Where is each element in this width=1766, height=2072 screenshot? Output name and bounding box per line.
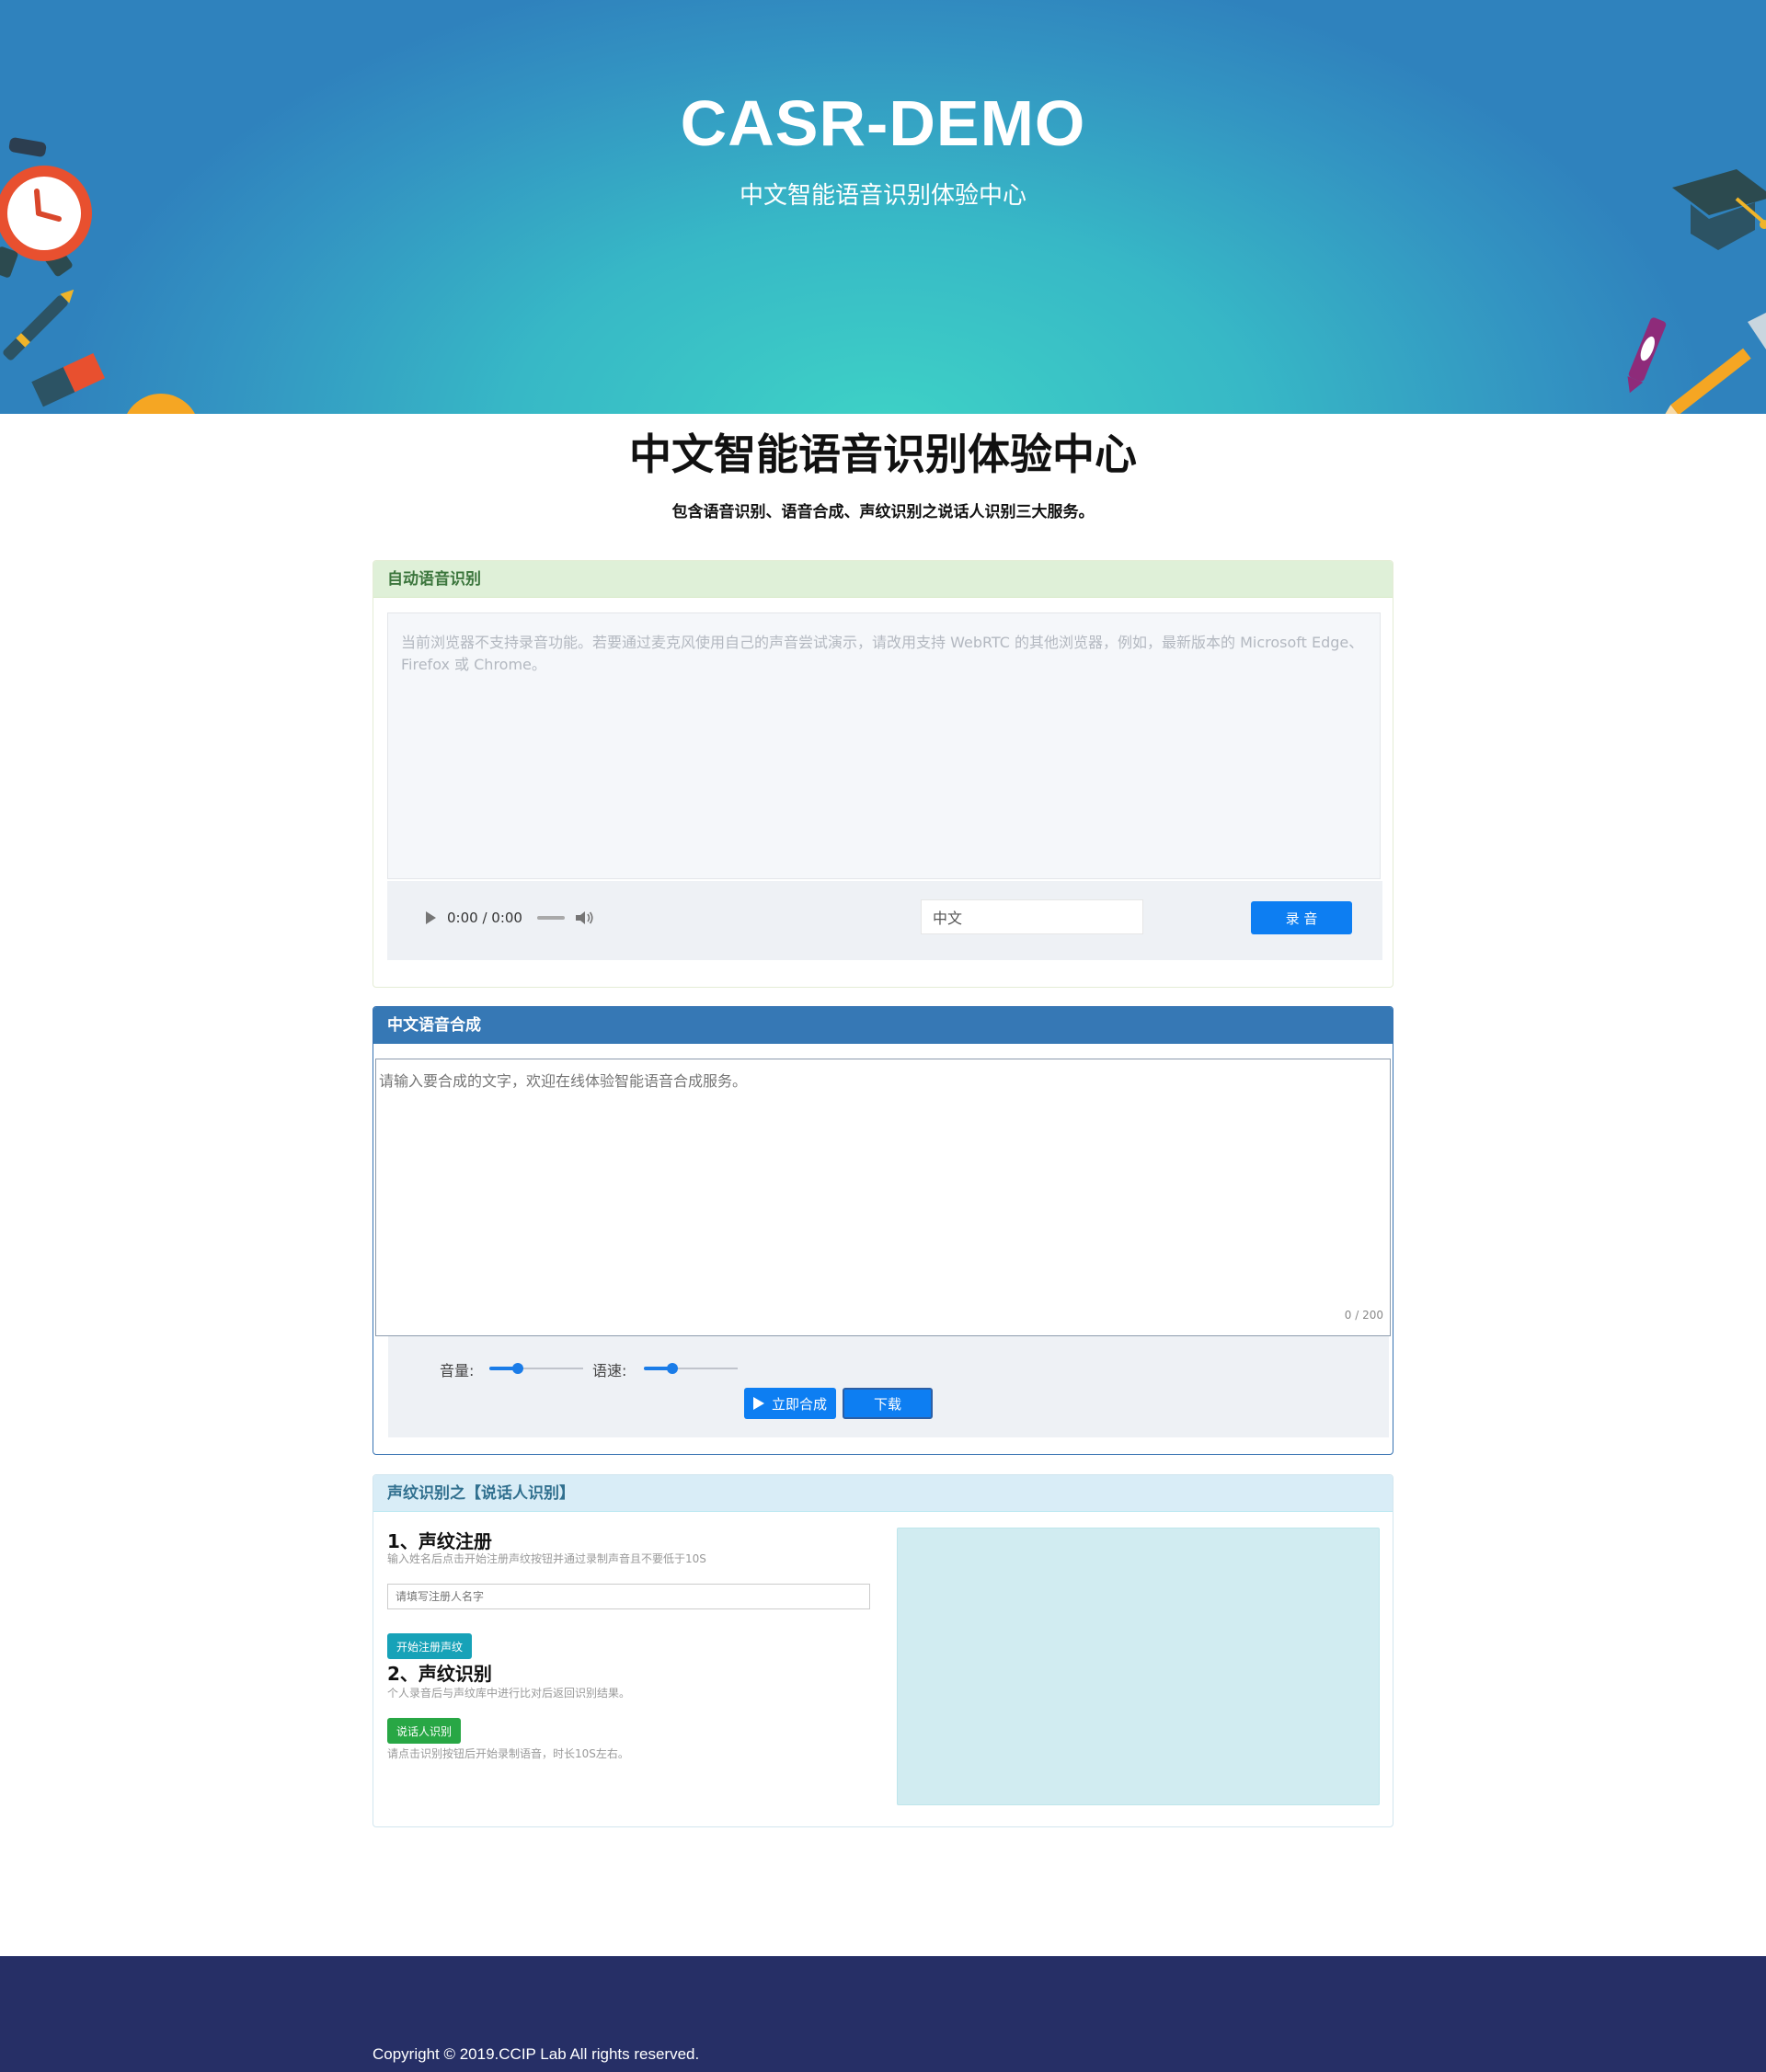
page-title: 中文智能语音识别体验中心 <box>629 429 1137 479</box>
asr-result-area[interactable]: 当前浏览器不支持录音功能。若要通过麦克风使用自己的声音尝试演示，请改用支持 We… <box>387 612 1381 879</box>
site-title: CASR-DEMO <box>680 87 1086 159</box>
volume-slider[interactable] <box>489 1363 583 1374</box>
speed-slider-knob[interactable] <box>667 1363 678 1374</box>
identify-hint: 请点击识别按钮后开始录制语音，时长10S左右。 <box>387 1747 629 1760</box>
tts-text-input[interactable] <box>375 1059 1391 1336</box>
registrant-name-input[interactable] <box>387 1584 870 1609</box>
volume-label: 音量: <box>440 1362 475 1379</box>
start-register-button[interactable]: 开始注册声纹 <box>387 1633 472 1659</box>
synthesize-button[interactable]: 立即合成 <box>744 1388 836 1419</box>
tts-controls: 音量: 语速: 立即合成 下载 <box>388 1336 1389 1437</box>
volume-slider-knob[interactable] <box>512 1363 523 1374</box>
copyright-text: Copyright © 2019.CCIP Lab All rights res… <box>373 2045 700 2063</box>
play-icon <box>752 1397 764 1410</box>
asr-panel-heading: 自动语音识别 <box>373 561 1393 598</box>
page-description: 包含语音识别、语音合成、声纹识别之说话人识别三大服务。 <box>671 503 1095 521</box>
volume-icon[interactable] <box>575 910 594 925</box>
site-subtitle: 中文智能语音识别体验中心 <box>739 182 1026 210</box>
char-counter: 0 / 200 <box>1344 1309 1383 1322</box>
speed-label: 语速: <box>592 1362 627 1379</box>
voiceprint-panel-heading: 声纹识别之【说话人识别】 <box>373 1475 1393 1512</box>
register-note: 输入姓名后点击开始注册声纹按钮并通过录制声音且不要低于10S <box>387 1552 706 1565</box>
identify-title: 2、声纹识别 <box>387 1663 492 1685</box>
pencil-icon <box>1661 348 1751 414</box>
audio-player: 0:00 / 0:00 <box>409 903 594 933</box>
asr-panel: 自动语音识别 当前浏览器不支持录音功能。若要通过麦克风使用自己的声音尝试演示，请… <box>373 560 1393 988</box>
voiceprint-panel: 声纹识别之【说话人识别】 1、声纹注册 输入姓名后点击开始注册声纹按钮并通过录制… <box>373 1474 1393 1827</box>
synthesize-label: 立即合成 <box>771 1395 827 1413</box>
play-icon[interactable] <box>426 911 436 924</box>
header-banner: CASR-DEMO 中文智能语音识别体验中心 <box>0 0 1766 414</box>
register-title: 1、声纹注册 <box>387 1530 492 1552</box>
download-button[interactable]: 下载 <box>843 1388 933 1419</box>
ball-icon <box>127 394 195 414</box>
footer: Copyright © 2019.CCIP Lab All rights res… <box>0 1956 1766 2072</box>
identify-note: 个人录音后与声纹库中进行比对后返回识别结果。 <box>387 1687 631 1700</box>
eraser-icon <box>31 352 106 407</box>
speed-slider[interactable] <box>644 1363 738 1374</box>
tts-panel: 中文语音合成 0 / 200 音量: 语速: 立即合成 下载 <box>373 1006 1393 1455</box>
tts-panel-heading: 中文语音合成 <box>373 1007 1393 1044</box>
asr-controls: 0:00 / 0:00 录 音 <box>387 881 1382 960</box>
voiceprint-result-box <box>897 1528 1380 1805</box>
ruler-corner-icon <box>1748 313 1766 349</box>
language-input[interactable] <box>921 899 1143 934</box>
record-button[interactable]: 录 音 <box>1251 901 1352 934</box>
audio-time: 0:00 / 0:00 <box>447 910 522 926</box>
audio-progress-bar[interactable] <box>536 916 565 920</box>
speaker-identify-button[interactable]: 说话人识别 <box>387 1718 461 1744</box>
